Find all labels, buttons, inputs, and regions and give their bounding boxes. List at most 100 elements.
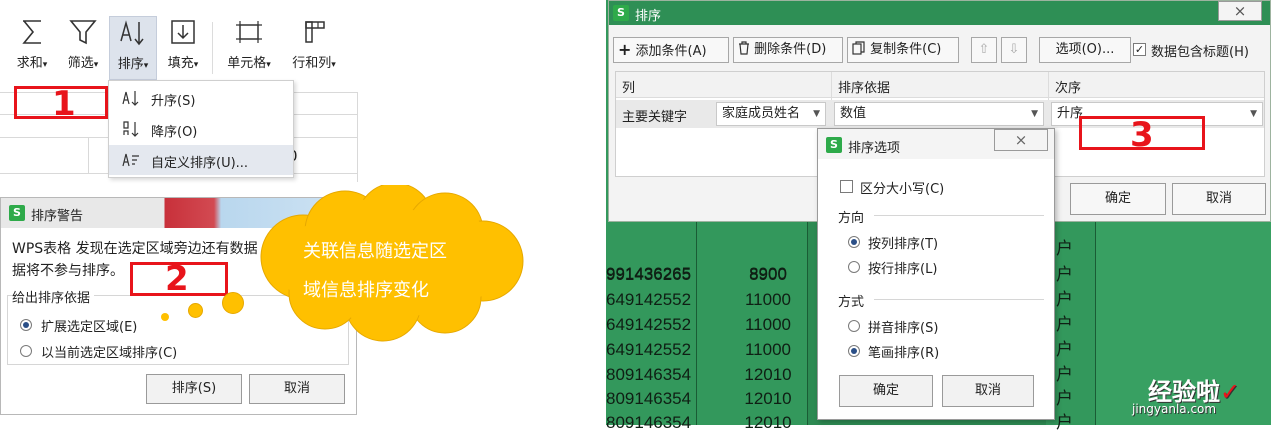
cell-b: 11000 xyxy=(744,340,791,359)
sum-button[interactable]: 求和▾ xyxy=(10,18,54,78)
toolbar-divider xyxy=(212,22,213,74)
delete-condition-label: 删除条件(D) xyxy=(754,42,827,57)
menu-item-ascending[interactable]: 升序(S) xyxy=(109,83,293,113)
by-row-radio[interactable] xyxy=(848,261,860,273)
wps-logo-icon: S xyxy=(613,5,629,21)
check-icon: ✓ xyxy=(1220,378,1241,406)
cell-b: 11000 xyxy=(744,315,791,334)
ok-button[interactable]: 确定 xyxy=(839,375,933,407)
primary-key-label: 主要关键字 xyxy=(622,110,688,125)
copy-condition-button[interactable]: 复制条件(C) xyxy=(847,37,959,63)
stroke-sort-radio[interactable] xyxy=(848,345,860,357)
trash-icon xyxy=(739,41,749,55)
sum-caret: ▾ xyxy=(42,60,48,70)
fill-caret: ▾ xyxy=(193,60,199,70)
filter-funnel-icon xyxy=(69,20,97,45)
menu-item-descending-label: 降序(O) xyxy=(151,125,198,140)
cell-c: 户 xyxy=(1056,413,1073,432)
current-selection-radio[interactable] xyxy=(20,345,32,357)
sort-dropdown-menu: 升序(S) 降序(O) 自定义排序(U)... xyxy=(108,80,294,178)
cell-c: 户 xyxy=(1056,365,1073,384)
close-icon[interactable]: × xyxy=(994,129,1048,151)
cell-c: 户 xyxy=(1056,389,1073,408)
separator xyxy=(874,215,1044,216)
sum-label: 求和 xyxy=(16,56,43,71)
table-header xyxy=(616,72,1264,98)
cell-button[interactable]: 单元格▾ xyxy=(221,18,277,78)
cell-b: 12010 xyxy=(744,413,792,432)
copy-condition-label: 复制条件(C) xyxy=(870,42,942,57)
grid-line xyxy=(357,92,358,182)
row-column-button[interactable]: 行和列▾ xyxy=(284,18,344,78)
close-icon[interactable]: × xyxy=(1218,1,1262,21)
order-header: 次序 xyxy=(1055,81,1082,96)
cell-a: 649142552 xyxy=(606,290,692,309)
delete-condition-button[interactable]: 删除条件(D) xyxy=(733,37,843,63)
dialog-title: 排序 xyxy=(635,9,662,24)
row-column-icon xyxy=(305,21,325,43)
fill-label: 填充 xyxy=(167,56,194,71)
by-row-label: 按行排序(L) xyxy=(868,262,938,277)
step-marker-1: 1 xyxy=(52,84,76,124)
cell-a: 809146354 xyxy=(606,389,692,408)
fill-down-icon xyxy=(171,20,195,44)
sort-basis-select[interactable]: 数值 ▼ xyxy=(834,102,1044,126)
warning-message-line1: WPS表格 发现在选定区域旁边还有数据 xyxy=(12,241,258,257)
menu-item-descending[interactable]: 降序(O) xyxy=(109,114,293,144)
cell-c: 户 xyxy=(1056,315,1073,334)
fill-button[interactable]: 填充▾ xyxy=(160,18,206,78)
add-condition-label: 添加条件(A) xyxy=(635,44,707,59)
cell-a: 809146354 xyxy=(606,365,692,384)
chevron-down-icon: ▼ xyxy=(1250,109,1257,119)
grid-line xyxy=(88,137,89,173)
sort-descending-icon xyxy=(123,121,139,137)
pinyin-sort-radio[interactable] xyxy=(848,320,860,332)
chevron-down-icon: ▼ xyxy=(1031,109,1038,119)
cell-c: 户 xyxy=(1056,239,1073,258)
basis-header: 排序依据 xyxy=(838,81,891,96)
case-sensitive-checkbox[interactable] xyxy=(840,180,853,193)
case-sensitive-label: 区分大小写(C) xyxy=(860,182,945,197)
ok-button[interactable]: 确定 xyxy=(1070,183,1166,215)
plus-icon: + xyxy=(618,40,632,59)
expand-selection-radio[interactable] xyxy=(20,319,32,331)
by-column-label: 按列排序(T) xyxy=(868,237,939,252)
by-column-radio[interactable] xyxy=(848,236,860,248)
cell-b: 12010 xyxy=(744,389,792,408)
chevron-down-icon: ▼ xyxy=(813,109,820,119)
current-selection-label: 以当前选定区域排序(C) xyxy=(41,346,178,361)
row-column-label: 行和列 xyxy=(292,56,332,71)
step-marker-2: 2 xyxy=(165,259,189,299)
cancel-button[interactable]: 取消 xyxy=(942,375,1034,407)
cell-a: 649142552 xyxy=(606,340,692,359)
menu-item-custom-sort[interactable]: 自定义排序(U)... xyxy=(109,145,293,175)
add-condition-button[interactable]: + 添加条件(A) xyxy=(613,37,729,63)
cancel-button[interactable]: 取消 xyxy=(1172,183,1266,215)
options-button[interactable]: 选项(O)... xyxy=(1039,37,1131,63)
filter-caret: ▾ xyxy=(93,60,99,70)
cell-b: 12010 xyxy=(744,365,792,384)
key-column-select[interactable]: 家庭成员姓名 ▼ xyxy=(716,102,826,126)
cell-caret: ▾ xyxy=(266,60,271,70)
expand-selection-label: 扩展选定区域(E) xyxy=(41,320,138,335)
wps-logo-icon: S xyxy=(826,137,842,153)
sort-caret: ▾ xyxy=(143,61,149,71)
callout-text-line2: 域信息排序变化 xyxy=(303,280,429,301)
row-column-caret: ▾ xyxy=(331,60,336,70)
sort-confirm-button[interactable]: 排序(S) xyxy=(146,374,242,404)
filter-button[interactable]: 筛选▾ xyxy=(60,18,106,78)
stroke-sort-label: 笔画排序(R) xyxy=(868,346,940,361)
sort-basis-group-label: 给出排序依据 xyxy=(12,287,95,306)
move-up-button[interactable]: ⇧ xyxy=(971,37,997,63)
copy-icon xyxy=(852,41,865,55)
dialog-titlebar: S 排序 × xyxy=(609,1,1270,25)
separator xyxy=(874,299,1044,300)
cancel-button[interactable]: 取消 xyxy=(249,374,345,404)
callout-bubble xyxy=(222,292,244,314)
header-checkbox[interactable]: ✓ xyxy=(1133,43,1146,56)
warning-message-line2: 据将不参与排序。 xyxy=(12,263,124,279)
cell-c: 户 xyxy=(1056,290,1073,309)
sort-button[interactable]: 排序▾ xyxy=(109,16,157,80)
header-checkbox-label: 数据包含标题(H) xyxy=(1151,45,1249,60)
move-down-button[interactable]: ⇩ xyxy=(1001,37,1027,63)
